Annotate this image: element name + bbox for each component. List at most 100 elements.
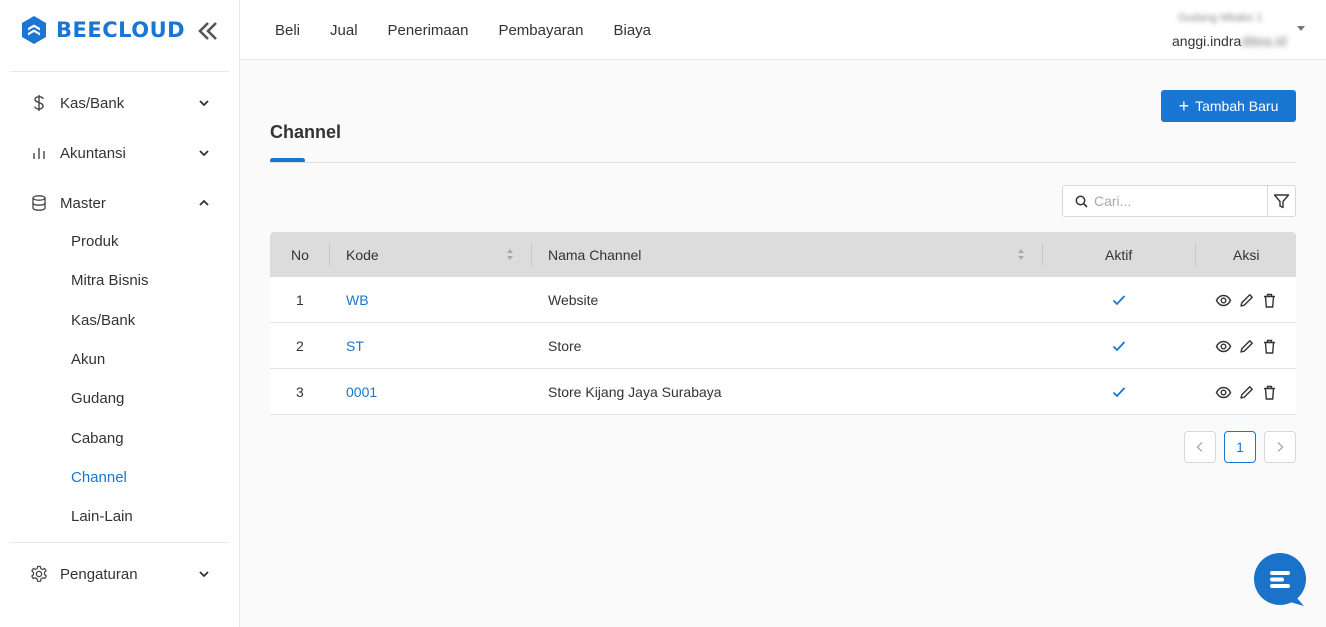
chevron-down-icon — [199, 100, 209, 107]
search-field[interactable] — [1062, 185, 1268, 217]
sidebar-subitem-kas-bank[interactable]: Kas/Bank — [0, 301, 239, 340]
column-divider — [1195, 243, 1196, 266]
table-row: 3 0001 Store Kijang Jaya Surabaya — [270, 369, 1296, 415]
brand-logo[interactable]: BEECLOUD — [0, 0, 239, 60]
cell-kode-link[interactable]: ST — [346, 323, 364, 369]
view-eye-icon[interactable] — [1215, 384, 1232, 401]
chevron-left-icon — [1196, 442, 1203, 452]
table-header: No Kode Nama Channel Aktif Aksi — [270, 232, 1296, 277]
channel-table: No Kode Nama Channel Aktif Aksi 1 WB Web… — [270, 232, 1296, 415]
active-check-icon — [1112, 277, 1126, 323]
sidebar-subitem-gudang[interactable]: Gudang — [0, 379, 239, 418]
sidebar-item-kas-bank[interactable]: Kas/Bank — [0, 78, 239, 128]
filter-button[interactable] — [1267, 185, 1296, 217]
sidebar-item-akuntansi[interactable]: Akuntansi — [0, 128, 239, 178]
cell-kode-link[interactable]: 0001 — [346, 369, 377, 415]
beecloud-logo-icon — [22, 16, 46, 44]
top-bar: Beli Jual Penerimaan Pembayaran Biaya Gu… — [240, 0, 1326, 60]
chevron-down-icon — [199, 571, 209, 578]
account-email: anggi.indraditea.id — [1172, 33, 1286, 49]
topnav-pembayaran[interactable]: Pembayaran — [498, 22, 583, 39]
chat-widget-button[interactable] — [1254, 553, 1306, 606]
topnav-beli[interactable]: Beli — [275, 22, 300, 39]
sidebar-menu-bottom: Pengaturan — [0, 549, 239, 599]
column-divider — [1042, 243, 1043, 266]
add-new-button[interactable]: + Tambah Baru — [1161, 90, 1296, 122]
sidebar-divider — [10, 542, 229, 544]
sidebar: BEECLOUD Kas/Bank Akuntansi Master Produ… — [0, 0, 240, 627]
pagination-page-button[interactable]: 1 — [1224, 431, 1256, 463]
plus-icon: + — [1178, 96, 1190, 116]
sidebar-divider — [10, 71, 229, 72]
chat-bubble-icon — [1270, 571, 1304, 606]
column-header-aktif: Aktif — [1105, 246, 1133, 263]
edit-pencil-icon[interactable] — [1238, 384, 1255, 401]
database-icon — [32, 195, 46, 211]
sidebar-subitem-lain-lain[interactable]: Lain-Lain — [0, 497, 239, 536]
table-row: 1 WB Website — [270, 277, 1296, 323]
sidebar-menu: Kas/Bank Akuntansi Master — [0, 78, 239, 228]
delete-trash-icon[interactable] — [1261, 384, 1278, 401]
brand-name: BEECLOUD — [56, 18, 186, 42]
cell-no: 1 — [296, 292, 304, 308]
chevron-down-icon — [199, 150, 209, 157]
master-submenu: Produk Mitra Bisnis Kas/Bank Akun Gudang… — [0, 222, 239, 536]
topnav-biaya[interactable]: Biaya — [614, 22, 652, 39]
account-email-visible: anggi.indra — [1172, 33, 1242, 49]
account-email-blurred: ditea.id — [1241, 33, 1287, 49]
row-actions — [1215, 323, 1284, 369]
row-actions — [1215, 277, 1284, 323]
cell-no: 2 — [296, 338, 304, 354]
sidebar-item-label: Pengaturan — [60, 565, 138, 583]
chevron-right-icon — [1277, 442, 1284, 452]
sidebar-subitem-akun[interactable]: Akun — [0, 340, 239, 379]
column-divider — [329, 243, 330, 266]
delete-trash-icon[interactable] — [1261, 292, 1278, 309]
pagination-next-button[interactable] — [1264, 431, 1296, 463]
account-menu[interactable]: Gudang Mbako 1 anggi.indraditea.id — [1172, 8, 1312, 52]
add-new-button-label: Tambah Baru — [1195, 98, 1279, 114]
chevron-up-icon — [199, 199, 209, 206]
edit-pencil-icon[interactable] — [1238, 292, 1255, 309]
column-header-no: No — [291, 246, 309, 263]
active-check-icon — [1112, 323, 1126, 369]
pagination-prev-button[interactable] — [1184, 431, 1216, 463]
cell-nama-channel: Website — [548, 292, 599, 308]
sort-icon[interactable] — [1017, 248, 1025, 261]
column-divider — [531, 243, 532, 266]
gear-icon — [31, 566, 47, 583]
sidebar-item-master[interactable]: Master — [0, 178, 239, 228]
search-input[interactable] — [1094, 193, 1264, 209]
sidebar-subitem-channel[interactable]: Channel — [0, 458, 239, 497]
column-header-aksi: Aksi — [1233, 246, 1260, 263]
cell-kode-link[interactable]: WB — [346, 277, 369, 323]
collapse-sidebar-icon[interactable] — [196, 20, 220, 42]
topnav-jual[interactable]: Jual — [330, 22, 358, 39]
account-company: Gudang Mbako 1 — [1178, 12, 1263, 24]
sidebar-subitem-mitra-bisnis[interactable]: Mitra Bisnis — [0, 261, 239, 300]
column-header-kode[interactable]: Kode — [346, 232, 379, 277]
sidebar-item-label: Akuntansi — [60, 144, 126, 162]
page-title-divider — [270, 162, 1296, 163]
sidebar-subitem-cabang[interactable]: Cabang — [0, 418, 239, 457]
sidebar-item-label: Master — [60, 194, 106, 212]
delete-trash-icon[interactable] — [1261, 338, 1278, 355]
view-eye-icon[interactable] — [1215, 292, 1232, 309]
table-row: 2 ST Store — [270, 323, 1296, 369]
dollar-icon — [34, 95, 44, 111]
filter-icon — [1273, 193, 1290, 208]
topnav-penerimaan[interactable]: Penerimaan — [388, 22, 469, 39]
edit-pencil-icon[interactable] — [1238, 338, 1255, 355]
sidebar-item-pengaturan[interactable]: Pengaturan — [0, 549, 239, 599]
cell-nama-channel: Store — [548, 338, 582, 354]
search-icon — [1075, 195, 1088, 208]
sidebar-item-label: Kas/Bank — [60, 94, 125, 112]
view-eye-icon[interactable] — [1215, 338, 1232, 355]
bar-chart-icon — [33, 148, 45, 159]
caret-down-icon — [1297, 26, 1305, 31]
top-nav: Beli Jual Penerimaan Pembayaran Biaya — [275, 0, 681, 60]
sort-icon[interactable] — [506, 248, 514, 261]
page-title: Channel — [270, 122, 342, 142]
cell-no: 3 — [296, 384, 304, 400]
column-header-nama-channel[interactable]: Nama Channel — [548, 232, 641, 277]
